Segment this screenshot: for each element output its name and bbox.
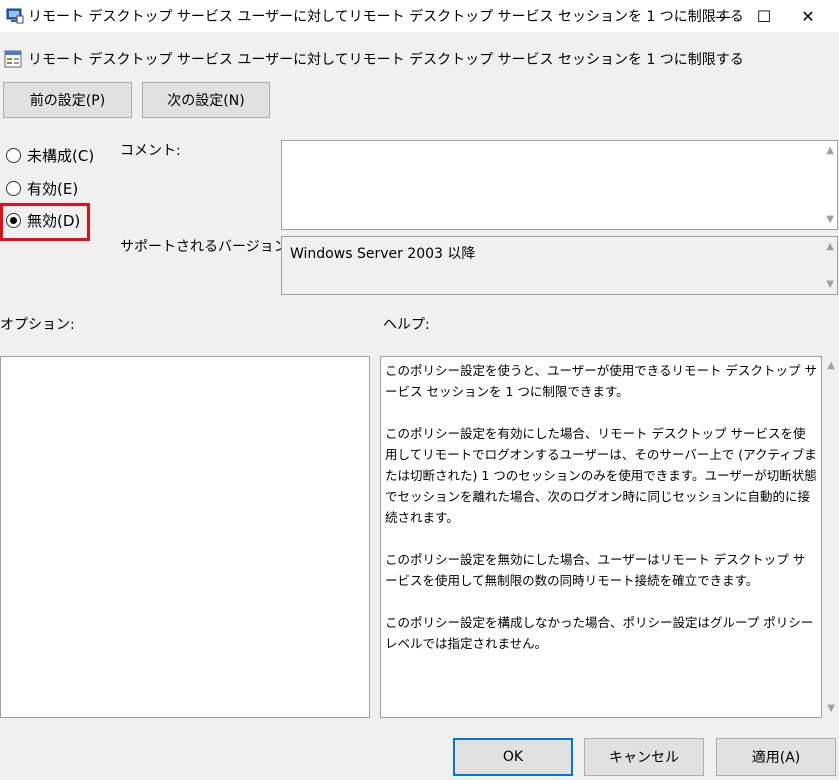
radio-label: 有効(E) [27, 179, 79, 198]
supported-version-value: Windows Server 2003 以降 [290, 246, 476, 262]
apply-button[interactable]: 適用(A) [716, 738, 836, 776]
close-button[interactable]: ✕ [785, 0, 831, 32]
help-label: ヘルプ: [383, 317, 430, 333]
scroll-up-icon[interactable]: ▲ [826, 241, 834, 252]
scroll-up-icon[interactable]: ▲ [827, 360, 835, 371]
scroll-down-icon[interactable]: ▼ [826, 279, 834, 290]
radio-label: 未構成(C) [27, 146, 95, 165]
radio-circle[interactable] [6, 147, 21, 163]
policy-header: リモート デスクトップ サービス ユーザーに対してリモート デスクトップ サービ… [0, 44, 839, 72]
supported-version-field: Windows Server 2003 以降 ▲ ▼ [281, 236, 838, 295]
supported-label: サポートされるバージョン: [120, 239, 293, 255]
next-setting-button[interactable]: 次の設定(N) [142, 82, 270, 118]
radio-circle[interactable] [6, 180, 21, 196]
help-scrollbar[interactable]: ▲ ▼ [822, 356, 839, 718]
cancel-button[interactable]: キャンセル [584, 738, 704, 776]
policy-title: リモート デスクトップ サービス ユーザーに対してリモート デスクトップ サービ… [28, 52, 744, 68]
scroll-down-icon[interactable]: ▼ [827, 703, 835, 714]
help-text: このポリシー設定を使うと、ユーザーが使用できるリモート デスクトップ サービス … [385, 363, 817, 651]
scroll-up-icon[interactable]: ▲ [826, 145, 834, 156]
radio-not-configured[interactable]: 未構成(C) [6, 144, 94, 166]
maximize-icon: ☐ [756, 6, 772, 26]
title-bar: リモート デスクトップ サービス ユーザーに対してリモート デスクトップ サービ… [0, 0, 839, 32]
options-label: オプション: [0, 317, 75, 333]
minimize-button[interactable]: — [700, 0, 746, 32]
highlight-box [0, 203, 90, 241]
policy-app-icon [6, 8, 24, 24]
previous-setting-button[interactable]: 前の設定(P) [3, 82, 132, 118]
comment-label: コメント: [120, 143, 181, 159]
help-panel: このポリシー設定を使うと、ユーザーが使用できるリモート デスクトップ サービス … [380, 356, 822, 718]
minimize-icon: — [715, 6, 731, 26]
options-panel [0, 356, 370, 718]
radio-enabled[interactable]: 有効(E) [6, 177, 78, 199]
scroll-down-icon[interactable]: ▼ [826, 214, 834, 225]
close-icon: ✕ [801, 6, 815, 26]
comment-textarea[interactable]: ▲ ▼ [281, 140, 838, 230]
window-title: リモート デスクトップ サービス ユーザーに対してリモート デスクトップ サービ… [28, 9, 744, 25]
ok-button[interactable]: OK [453, 738, 573, 776]
maximize-button[interactable]: ☐ [741, 0, 787, 32]
policy-setting-icon [4, 50, 22, 68]
